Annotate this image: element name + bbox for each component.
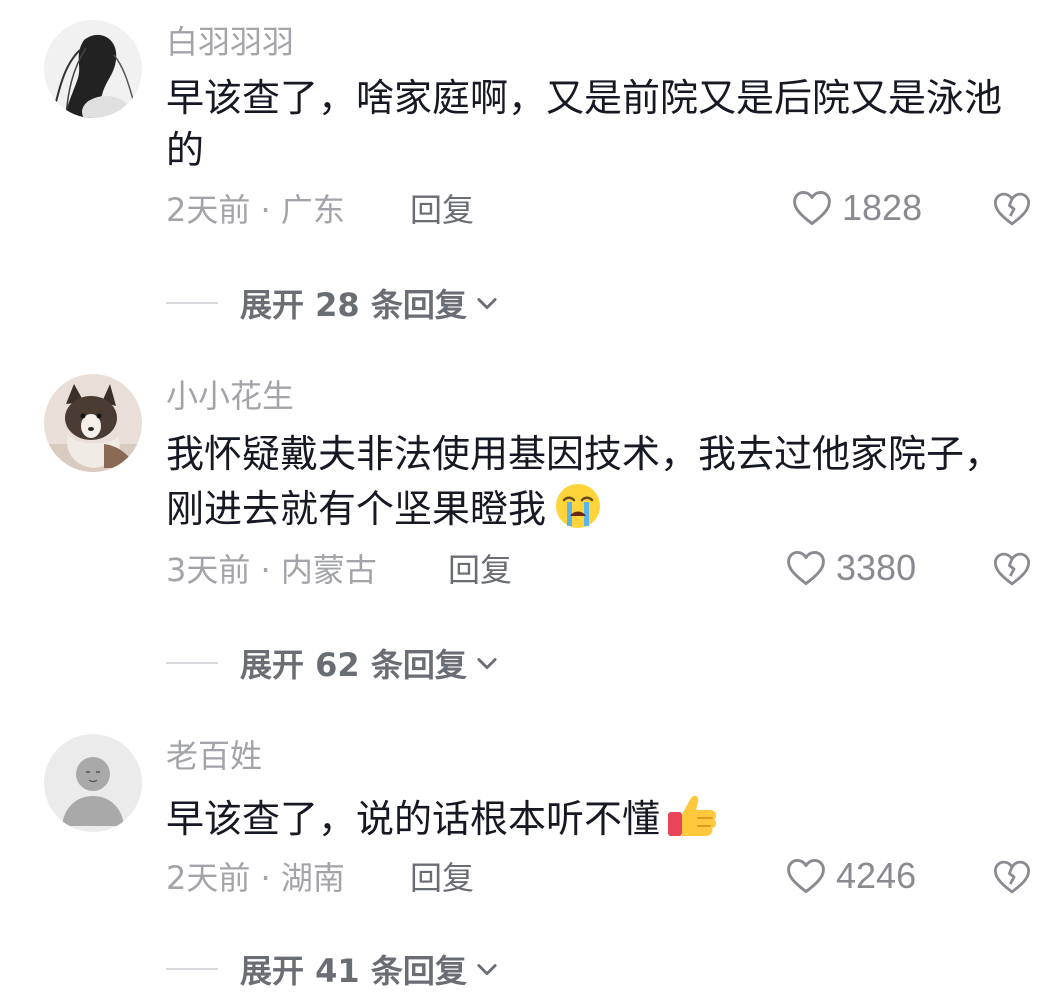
heart-outline-icon [787, 550, 825, 586]
crying-face-icon [550, 480, 606, 543]
like-button[interactable]: 3380 [784, 546, 916, 590]
like-count: 3380 [836, 547, 917, 588]
broken-heart-icon [993, 860, 1031, 894]
thumbs-up-icon [664, 790, 720, 853]
avatar-image [44, 20, 142, 118]
expand-replies-label: 展开 41 条回复 [240, 952, 467, 990]
dislike-button[interactable] [991, 548, 1033, 594]
chevron-down-icon [477, 658, 497, 670]
avatar-image [44, 374, 142, 472]
avatar[interactable] [44, 374, 142, 472]
comment-text-body: 早该查了，啥家庭啊，又是前院又是后院又是泳池的 [166, 76, 1003, 172]
comment-text-body: 早该查了，说的话根本听不懂 [166, 797, 661, 841]
divider-line [166, 302, 218, 304]
expand-replies-button[interactable]: 展开 62 条回复 [166, 640, 501, 686]
reply-button[interactable]: 回复 [410, 190, 474, 230]
chevron-down-icon [477, 298, 497, 310]
chevron-down-icon [477, 964, 497, 976]
divider-line [166, 662, 218, 664]
reply-button[interactable]: 回复 [448, 550, 512, 590]
comment-text: 我怀疑戴夫非法使用基因技术，我去过他家院子，刚进去就有个坚果瞪我 [166, 428, 1006, 543]
expand-replies-label: 展开 62 条回复 [240, 646, 467, 684]
broken-heart-icon [993, 552, 1031, 586]
dislike-button[interactable] [991, 188, 1033, 234]
username[interactable]: 白羽羽羽 [166, 22, 294, 62]
username[interactable]: 小小花生 [166, 376, 294, 416]
dislike-button[interactable] [991, 856, 1033, 902]
avatar-image [44, 734, 142, 832]
expand-replies-button[interactable]: 展开 28 条回复 [166, 280, 501, 326]
avatar[interactable] [44, 734, 142, 832]
like-button[interactable]: 1828 [790, 186, 922, 230]
comment-meta: 3天前 · 内蒙古 [166, 551, 377, 589]
broken-heart-icon [993, 192, 1031, 226]
comment-text: 早该查了，说的话根本听不懂 [166, 790, 1006, 853]
expand-replies-button[interactable]: 展开 41 条回复 [166, 946, 501, 992]
like-count: 1828 [842, 187, 923, 228]
like-button[interactable]: 4246 [784, 854, 916, 898]
reply-button[interactable]: 回复 [410, 858, 474, 898]
avatar[interactable] [44, 20, 142, 118]
like-count: 4246 [836, 855, 917, 896]
comment-text: 早该查了，啥家庭啊，又是前院又是后院又是泳池的 [166, 72, 1006, 176]
comment-meta: 2天前 · 广东 [166, 191, 345, 229]
comment-meta: 2天前 · 湖南 [166, 859, 345, 897]
heart-outline-icon [793, 190, 831, 226]
heart-outline-icon [787, 858, 825, 894]
username[interactable]: 老百姓 [166, 736, 262, 776]
expand-replies-label: 展开 28 条回复 [240, 286, 467, 324]
